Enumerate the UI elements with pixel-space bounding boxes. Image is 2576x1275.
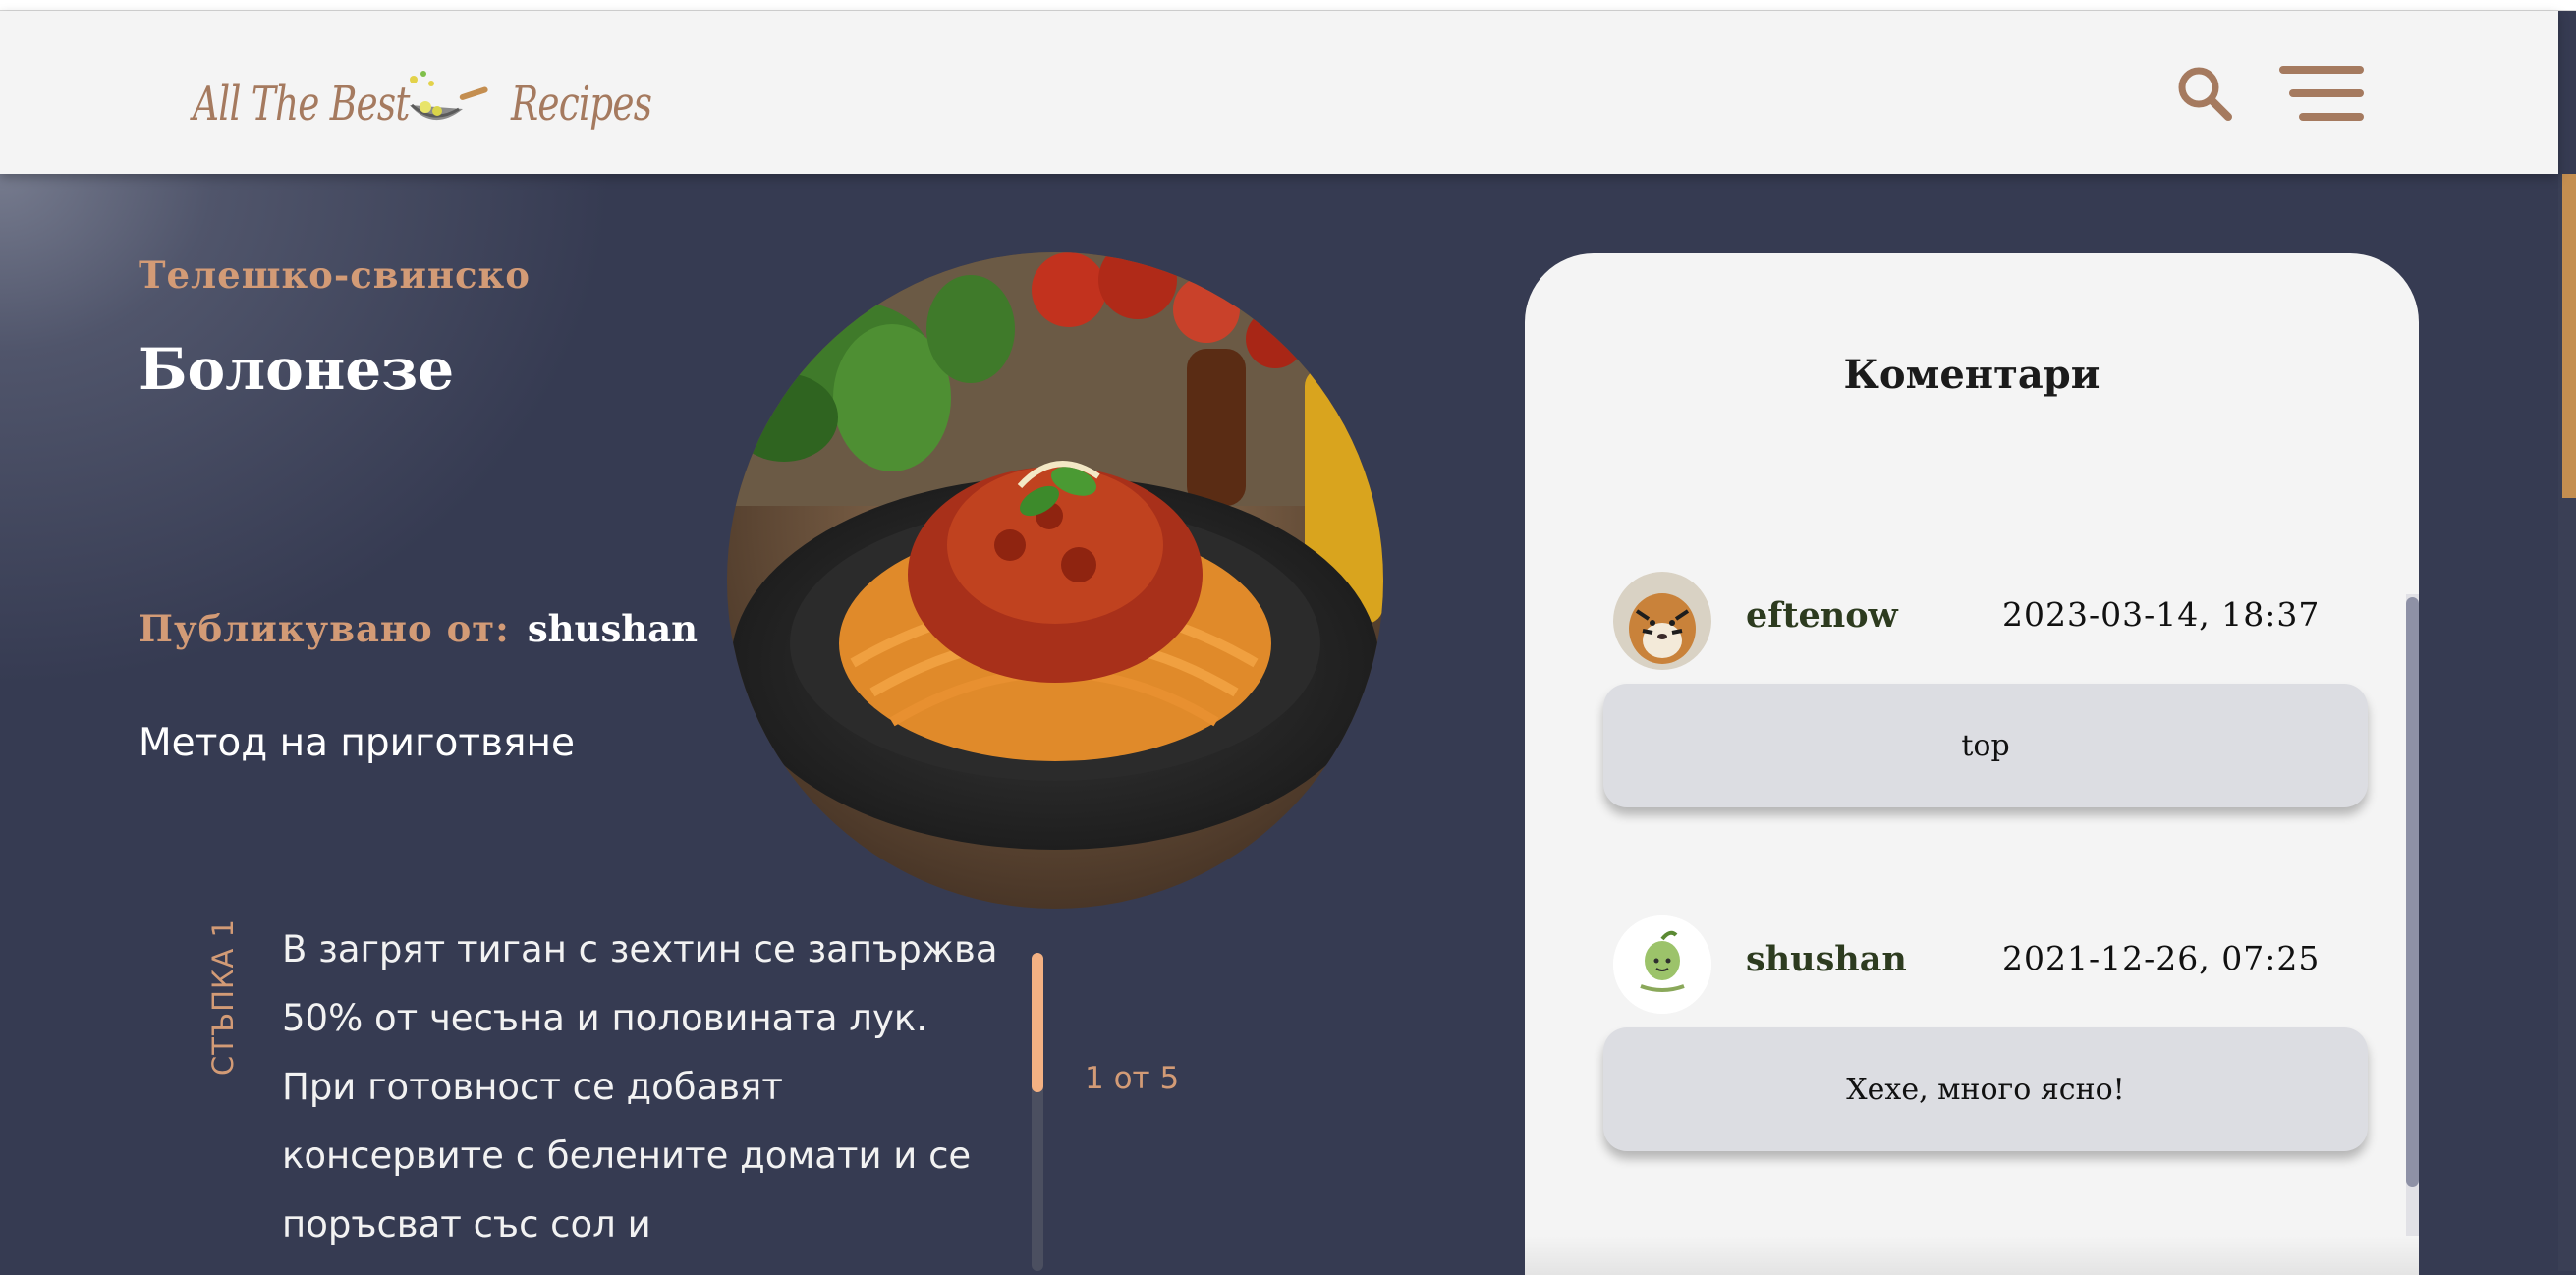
step-label: СТЪПКА 1 <box>206 917 240 1076</box>
published-label: Публикувано от: <box>139 607 510 650</box>
recipe-title: Болонезе <box>139 336 455 403</box>
comment-username[interactable]: shushan <box>1746 939 1907 979</box>
recipe-category: Телешко-свинско <box>139 253 531 297</box>
comment-text: top <box>1603 684 2368 807</box>
hamburger-menu-icon[interactable] <box>2279 62 2364 125</box>
dish-image <box>727 252 1383 909</box>
menu-line-bottom <box>2299 113 2364 121</box>
menu-line-top <box>2279 66 2364 74</box>
site-logo[interactable]: All The Best Recipes <box>193 60 652 148</box>
comments-panel: Коментари eftenow 2023-03-14, 18:37 top <box>1525 253 2419 1275</box>
comments-title: Коментари <box>1843 352 2100 398</box>
shushan-avatar[interactable] <box>1613 915 1711 1014</box>
site-header: All The Best Recipes <box>0 11 2558 174</box>
method-heading: Метод на приготвяне <box>139 721 575 765</box>
comments-scroll-thumb[interactable] <box>2406 597 2419 1187</box>
browser-top-edge <box>0 0 2576 11</box>
page-scrollbar-thumb[interactable] <box>2562 174 2576 498</box>
logo-text-all-the-best: All The Best <box>193 77 410 132</box>
comment-date: 2023-03-14, 18:37 <box>2002 595 2321 634</box>
comment-text: Хехе, много ясно! <box>1603 1027 2368 1151</box>
comments-fade <box>1525 1236 2419 1275</box>
wok-pan-icon <box>410 71 488 121</box>
page-scrollbar[interactable] <box>2558 174 2576 1271</box>
search-icon[interactable] <box>2173 62 2236 125</box>
step-text: В загрят тиган с зехтин се запържва 50% … <box>282 928 998 1246</box>
published-by: Публикувано от: shushan <box>139 607 698 650</box>
logo-text-recipes: Recipes <box>511 77 652 132</box>
author-link[interactable]: shushan <box>528 607 698 650</box>
step-counter: 1 от 5 <box>1085 1061 1180 1096</box>
step-scroll-thumb[interactable] <box>1032 953 1043 1092</box>
comment-username[interactable]: eftenow <box>1746 595 1898 636</box>
comment-date: 2021-12-26, 07:25 <box>2002 939 2321 977</box>
tiger-avatar[interactable] <box>1613 572 1711 670</box>
menu-line-middle <box>2289 89 2364 97</box>
